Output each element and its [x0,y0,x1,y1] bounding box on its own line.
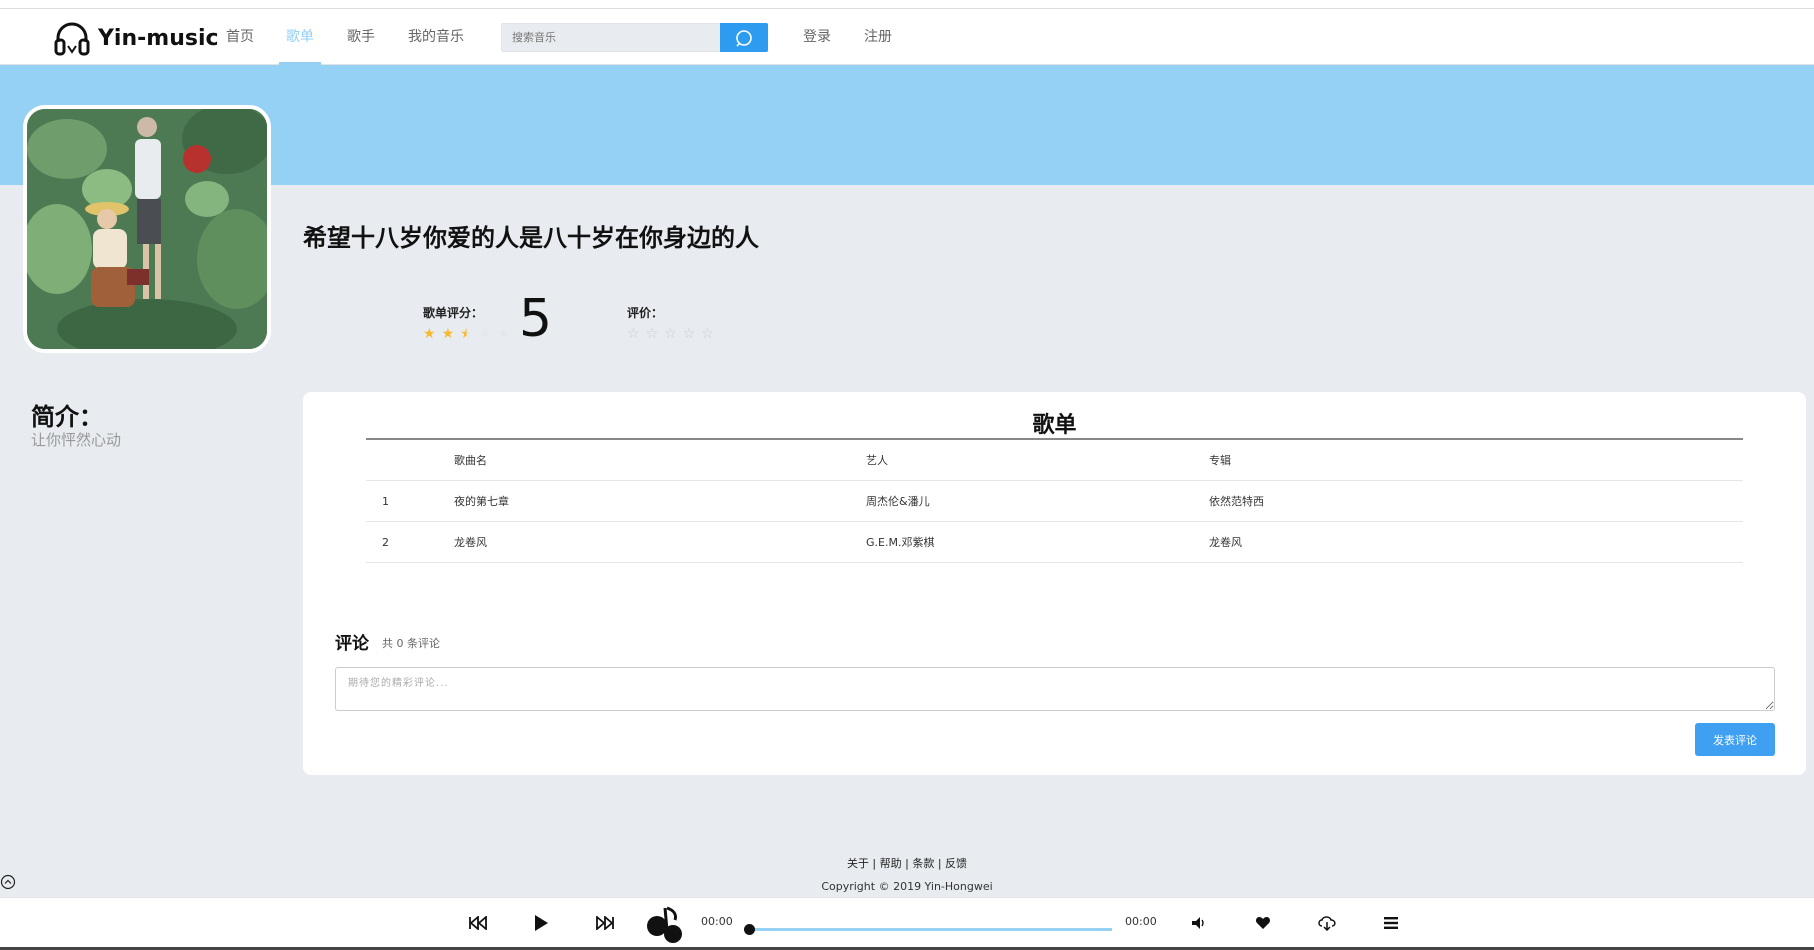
header-album: 专辑 [1209,454,1231,467]
header-artist: 艺人 [866,454,888,467]
register-link[interactable]: 注册 [864,9,892,65]
playlist-title: 希望十八岁你爱的人是八十岁在你身边的人 [303,224,759,252]
user-rating-label: 评价： [627,306,664,320]
logo[interactable]: Yin-music [52,18,219,58]
chevron-up-circle-icon [0,874,16,890]
song-table: 歌曲名 艺人 专辑 1 夜的第七章 周杰伦&潘儿 依然范特西 2 龙卷风 G.E… [366,438,1743,563]
total-time: 00:00 [1125,915,1157,928]
intro-text: 让你怦然心动 [31,431,122,449]
song-index: 1 [382,495,389,508]
scroll-top-button[interactable] [0,874,16,890]
cover-illustration [27,109,267,349]
login-link[interactable]: 登录 [803,9,831,65]
footer-links[interactable]: 关于 | 帮助 | 条款 | 反馈 [0,855,1814,871]
menu-icon [1384,917,1398,929]
music-player: 00:00 00:00 [0,897,1814,947]
volume-icon [1192,917,1204,929]
headphones-icon [54,22,90,56]
nav-home[interactable]: 首页 [219,9,261,65]
progress-handle[interactable] [744,924,755,935]
banner [0,65,1814,185]
current-time: 00:00 [701,915,733,928]
previous-button[interactable] [465,910,491,936]
song-album: 依然范特西 [1209,495,1264,508]
rating-value: 5 [519,289,553,349]
cloud-download-icon [1318,916,1336,931]
progress-bar[interactable] [749,928,1112,931]
comment-textarea[interactable] [335,667,1775,711]
star-outline-icon[interactable]: ☆ [683,326,696,342]
submit-comment-button[interactable]: 发表评论 [1695,723,1775,756]
nav-playlist[interactable]: 歌单 [279,9,321,65]
user-rating-stars[interactable]: ☆ ☆ ☆ ☆ ☆ [627,326,714,342]
search-button[interactable] [720,23,768,52]
intro-title: 简介： [31,403,103,431]
top-border [0,0,1814,9]
star-outline-icon[interactable]: ☆ [701,326,714,342]
comments-title: 评论 [335,634,369,654]
rating-stars: ★ ★ ★ ★ ★ [423,326,510,342]
star-icon: ★ [478,326,492,342]
logo-text: Yin-music [98,25,219,51]
music-note-icon [647,906,682,943]
table-row[interactable]: 1 夜的第七章 周杰伦&潘儿 依然范特西 [366,481,1743,522]
rewind-icon [469,916,487,930]
header-song-name: 歌曲名 [454,454,487,467]
play-button[interactable] [528,910,554,936]
fast-forward-icon [596,916,614,930]
songlist-title: 歌单 [1032,413,1077,438]
table-header-row: 歌曲名 艺人 专辑 [366,440,1743,481]
star-outline-icon[interactable]: ☆ [664,326,677,342]
star-icon: ★ [441,326,455,342]
like-button[interactable] [1250,910,1276,936]
song-name[interactable]: 龙卷风 [454,522,487,563]
songlist-card: 歌单 歌曲名 艺人 专辑 1 夜的第七章 周杰伦&潘儿 依然范特西 2 龙卷风 … [303,392,1806,775]
playlist-menu-button[interactable] [1378,910,1404,936]
heart-icon [1255,917,1271,929]
play-icon [535,915,548,931]
song-artist: 周杰伦&潘儿 [866,495,930,508]
star-icon: ★ [423,326,436,342]
header: Yin-music 首页 歌单 歌手 我的音乐 登录 注册 [0,9,1814,65]
footer-copyright: Copyright © 2019 Yin-Hongwei [821,880,993,893]
search-icon [736,29,752,47]
next-button[interactable] [592,910,618,936]
song-name[interactable]: 夜的第七章 [454,481,509,522]
song-album: 龙卷风 [1209,536,1242,549]
volume-button[interactable] [1186,910,1212,936]
download-button[interactable] [1314,910,1340,936]
album-cover-thumb[interactable] [641,900,687,946]
playlist-cover [23,105,271,353]
nav-singer[interactable]: 歌手 [340,9,382,65]
song-index: 2 [382,536,389,549]
star-outline-icon[interactable]: ☆ [627,326,640,342]
rating-label: 歌单评分： [423,306,484,320]
comments-count: 共 0 条评论 [382,637,440,650]
star-icon: ★ [497,326,510,342]
half-star-icon: ★ [460,326,473,342]
song-artist: G.E.M.邓紫棋 [866,536,935,549]
nav-my-music[interactable]: 我的音乐 [401,9,471,65]
star-outline-icon[interactable]: ☆ [646,326,659,342]
table-row[interactable]: 2 龙卷风 G.E.M.邓紫棋 龙卷风 [366,522,1743,563]
